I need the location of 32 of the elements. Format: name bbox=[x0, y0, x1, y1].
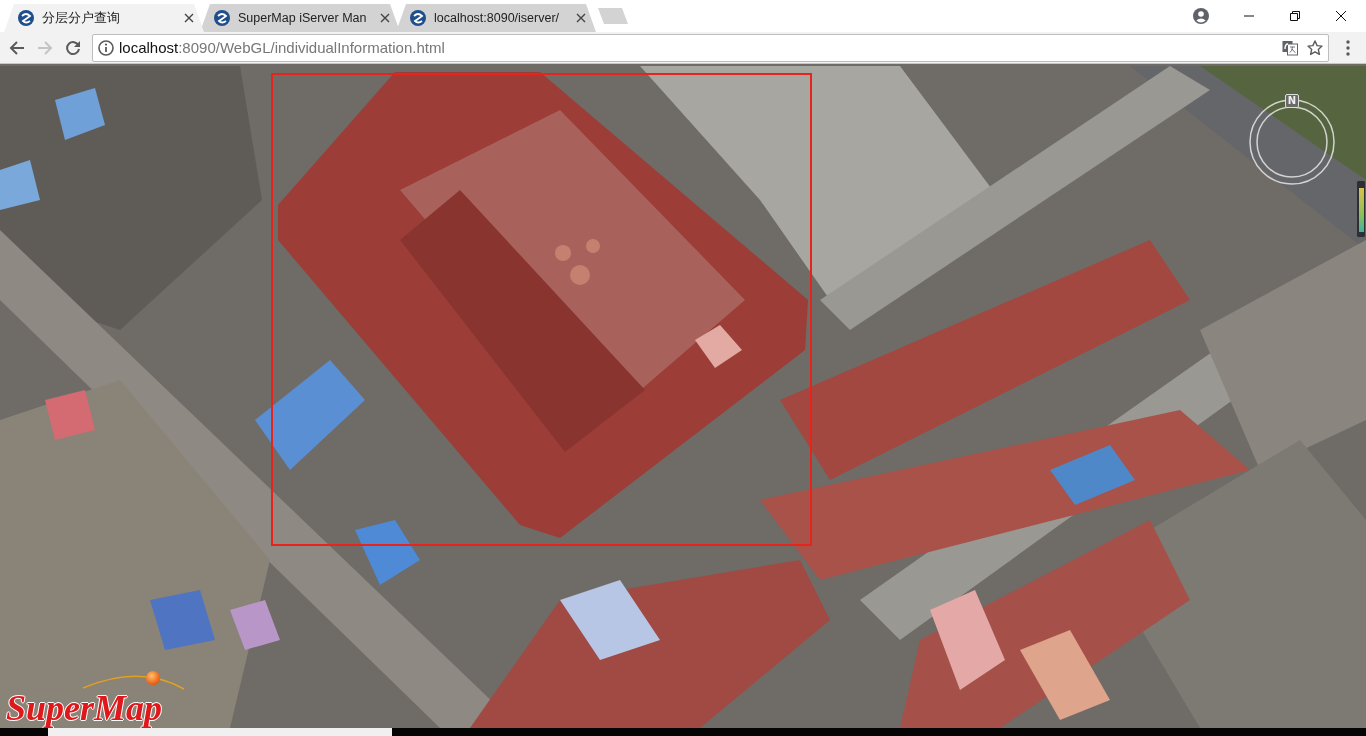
translate-icon[interactable] bbox=[1282, 39, 1298, 56]
building-roof bbox=[355, 520, 420, 585]
logo-text: SuperMap bbox=[6, 690, 163, 726]
close-icon[interactable] bbox=[380, 13, 390, 23]
height-gauge-icon bbox=[1356, 180, 1366, 238]
info-icon[interactable] bbox=[98, 39, 114, 56]
browser-tab[interactable]: SuperMap iServer Man bbox=[200, 4, 400, 32]
market-stall-roof bbox=[230, 600, 280, 650]
highlighted-building-row[interactable] bbox=[780, 240, 1190, 480]
browser-tab[interactable]: localhost:8090/iserver/ bbox=[396, 4, 596, 32]
bookmark-star-icon[interactable] bbox=[1307, 39, 1323, 56]
browser-tab[interactable]: 分层分户查询 bbox=[4, 4, 204, 32]
close-icon[interactable] bbox=[184, 13, 194, 23]
market-stall-roof bbox=[150, 590, 215, 650]
site-favicon-icon bbox=[18, 10, 34, 26]
close-icon[interactable] bbox=[576, 13, 586, 23]
more-dots-icon bbox=[1346, 39, 1350, 56]
back-arrow-icon bbox=[9, 39, 25, 56]
compass-north-label[interactable]: N bbox=[1285, 94, 1299, 108]
market-stall-roof bbox=[45, 390, 95, 440]
orbit-ball-icon bbox=[80, 668, 186, 690]
person-icon bbox=[1193, 8, 1209, 24]
building-roof bbox=[55, 88, 105, 140]
site-favicon-icon bbox=[410, 10, 426, 26]
building-roof bbox=[0, 160, 40, 210]
address-bar[interactable]: localhost:8090/WebGL/individualInformation.html bbox=[92, 33, 1329, 62]
close-icon bbox=[1336, 11, 1346, 21]
site-favicon-icon bbox=[214, 10, 230, 26]
url-text[interactable]: localhost:8090/WebGL/individualInformation.html bbox=[119, 39, 445, 56]
forward-arrow-icon bbox=[37, 39, 53, 56]
reload-icon bbox=[65, 39, 81, 56]
restore-icon bbox=[1290, 11, 1300, 21]
